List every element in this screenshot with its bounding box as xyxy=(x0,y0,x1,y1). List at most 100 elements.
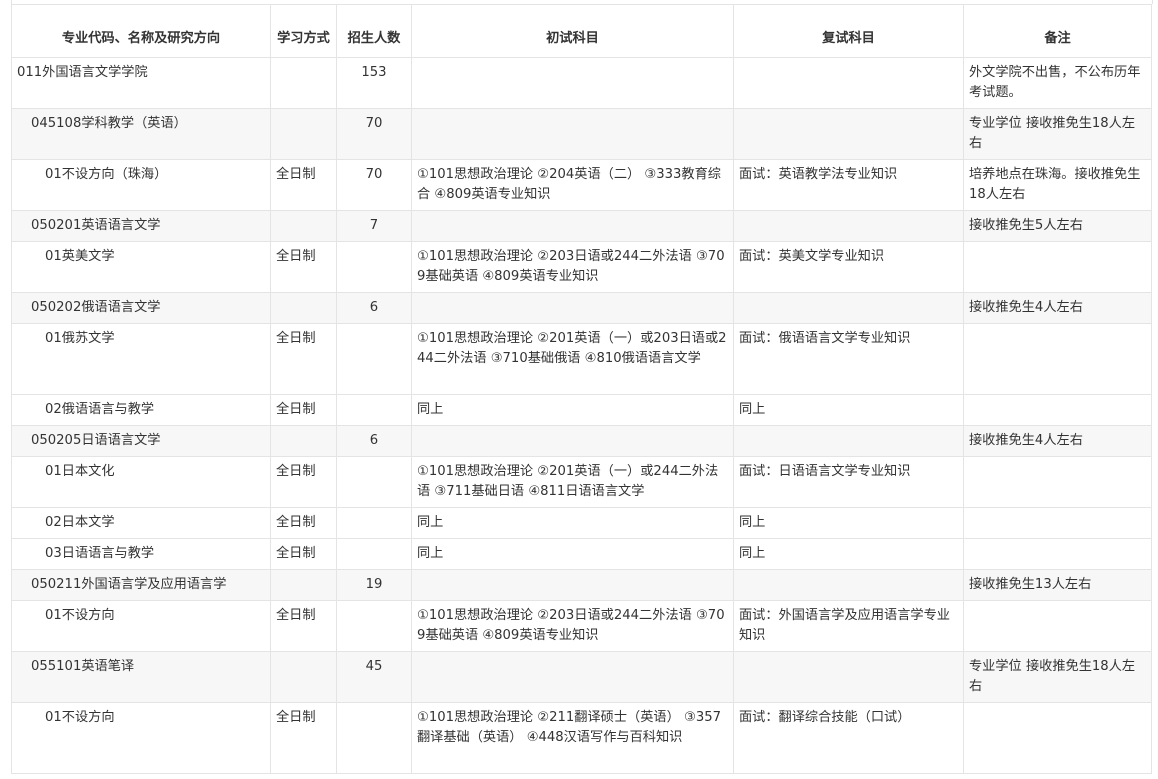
cell-quota xyxy=(336,394,412,426)
table-row: 050201英语语言文学 7 接收推免生5人左右 xyxy=(11,210,1152,242)
cell-mode xyxy=(270,57,337,109)
cell-remark: 外文学院不出售，不公布历年考试题。 xyxy=(963,57,1152,109)
table-row: 011外国语言文学学院 153 外文学院不出售，不公布历年考试题。 xyxy=(11,57,1152,109)
header-mode: 学习方式 xyxy=(270,4,337,58)
table-row: 055101英语笔译 45 专业学位 接收推免生18人左右 xyxy=(11,651,1152,703)
cell-remark xyxy=(963,456,1152,508)
cell-quota xyxy=(336,538,412,570)
cell-prelim xyxy=(411,651,734,703)
cell-quota xyxy=(336,456,412,508)
admissions-table: 专业代码、名称及研究方向 学习方式 招生人数 初试科目 复试科目 备注 011外… xyxy=(11,4,1152,774)
cell-mode xyxy=(270,210,337,242)
cell-prelim: ①101思想政治理论 ②203日语或244二外法语 ③709基础英语 ④809英… xyxy=(411,600,734,652)
cell-quota: 6 xyxy=(336,292,412,324)
cell-mode: 全日制 xyxy=(270,323,337,395)
cell-name: 011外国语言文学学院 xyxy=(11,57,271,109)
header-row: 专业代码、名称及研究方向 学习方式 招生人数 初试科目 复试科目 备注 xyxy=(11,4,1152,58)
cell-remark xyxy=(963,538,1152,570)
header-retest: 复试科目 xyxy=(733,4,964,58)
cell-retest xyxy=(733,425,964,457)
cell-prelim: ①101思想政治理论 ②211翻译硕士（英语） ③357翻译基础（英语） ④44… xyxy=(411,702,734,774)
cell-mode: 全日制 xyxy=(270,538,337,570)
cell-remark xyxy=(963,394,1152,426)
table-row: 050205日语语言文学 6 接收推免生4人左右 xyxy=(11,425,1152,457)
cell-name: 01日本文化 xyxy=(11,456,271,508)
header-remark: 备注 xyxy=(963,4,1152,58)
header-prelim: 初试科目 xyxy=(411,4,734,58)
cell-quota xyxy=(336,507,412,539)
cell-remark: 培养地点在珠海。接收推免生18人左右 xyxy=(963,159,1152,211)
cell-quota: 45 xyxy=(336,651,412,703)
cell-mode: 全日制 xyxy=(270,600,337,652)
cell-prelim: ①101思想政治理论 ②204英语（二） ③333教育综合 ④809英语专业知识 xyxy=(411,159,734,211)
cell-name: 055101英语笔译 xyxy=(11,651,271,703)
table-row: 02日本文学 全日制 同上 同上 xyxy=(11,507,1152,539)
table-row: 01不设方向 全日制 ①101思想政治理论 ②211翻译硕士（英语） ③357翻译基… xyxy=(11,702,1152,774)
cell-retest: 面试：日语语言文学专业知识 xyxy=(733,456,964,508)
table-row: 02俄语语言与教学 全日制 同上 同上 xyxy=(11,394,1152,426)
cell-remark xyxy=(963,241,1152,293)
cell-prelim xyxy=(411,292,734,324)
cell-remark xyxy=(963,702,1152,774)
page: 专业代码、名称及研究方向 学习方式 招生人数 初试科目 复试科目 备注 011外… xyxy=(0,0,1158,779)
cell-prelim xyxy=(411,57,734,109)
cell-retest xyxy=(733,57,964,109)
cell-mode xyxy=(270,569,337,601)
cell-retest xyxy=(733,569,964,601)
cell-prelim: 同上 xyxy=(411,538,734,570)
table-row: 01日本文化 全日制 ①101思想政治理论 ②201英语（一）或244二外法语 ③7… xyxy=(11,456,1152,508)
table-row: 03日语语言与教学 全日制 同上 同上 xyxy=(11,538,1152,570)
cell-retest xyxy=(733,108,964,160)
cell-retest: 同上 xyxy=(733,394,964,426)
cell-name: 050202俄语语言文学 xyxy=(11,292,271,324)
cell-name: 03日语语言与教学 xyxy=(11,538,271,570)
cell-mode: 全日制 xyxy=(270,159,337,211)
cell-prelim: ①101思想政治理论 ②203日语或244二外法语 ③709基础英语 ④809英… xyxy=(411,241,734,293)
table-row: 050202俄语语言文学 6 接收推免生4人左右 xyxy=(11,292,1152,324)
cell-retest: 同上 xyxy=(733,538,964,570)
cell-prelim xyxy=(411,569,734,601)
cell-prelim: 同上 xyxy=(411,394,734,426)
cell-quota xyxy=(336,323,412,395)
cell-retest: 面试：英美文学专业知识 xyxy=(733,241,964,293)
cell-quota xyxy=(336,702,412,774)
cell-remark xyxy=(963,507,1152,539)
cell-remark: 专业学位 接收推免生18人左右 xyxy=(963,651,1152,703)
table-row: 01不设方向 全日制 ①101思想政治理论 ②203日语或244二外法语 ③709基… xyxy=(11,600,1152,652)
cell-name: 01不设方向 xyxy=(11,702,271,774)
header-quota: 招生人数 xyxy=(336,4,412,58)
cell-prelim: ①101思想政治理论 ②201英语（一）或203日语或244二外法语 ③710基… xyxy=(411,323,734,395)
cell-quota: 19 xyxy=(336,569,412,601)
cell-remark xyxy=(963,323,1152,395)
cell-mode: 全日制 xyxy=(270,241,337,293)
cell-name: 01英美文学 xyxy=(11,241,271,293)
cell-retest xyxy=(733,210,964,242)
cell-remark: 接收推免生4人左右 xyxy=(963,292,1152,324)
cell-quota: 70 xyxy=(336,108,412,160)
cell-mode xyxy=(270,651,337,703)
table-row: 01俄苏文学 全日制 ①101思想政治理论 ②201英语（一）或203日语或244二… xyxy=(11,323,1152,395)
cell-retest: 面试：英语教学法专业知识 xyxy=(733,159,964,211)
cell-name: 050205日语语言文学 xyxy=(11,425,271,457)
cell-mode: 全日制 xyxy=(270,394,337,426)
cell-remark: 接收推免生4人左右 xyxy=(963,425,1152,457)
cell-retest xyxy=(733,651,964,703)
cell-prelim: 同上 xyxy=(411,507,734,539)
cell-name: 050201英语语言文学 xyxy=(11,210,271,242)
cell-retest: 面试：俄语语言文学专业知识 xyxy=(733,323,964,395)
cell-name: 01俄苏文学 xyxy=(11,323,271,395)
cell-name: 01不设方向（珠海） xyxy=(11,159,271,211)
cell-name: 02俄语语言与教学 xyxy=(11,394,271,426)
cell-quota xyxy=(336,241,412,293)
cell-name: 01不设方向 xyxy=(11,600,271,652)
cell-quota: 7 xyxy=(336,210,412,242)
cell-retest: 面试：翻译综合技能（口试） xyxy=(733,702,964,774)
cell-mode: 全日制 xyxy=(270,456,337,508)
cell-prelim xyxy=(411,108,734,160)
table-row: 050211外国语言学及应用语言学 19 接收推免生13人左右 xyxy=(11,569,1152,601)
cell-mode: 全日制 xyxy=(270,507,337,539)
table-row: 045108学科教学（英语） 70 专业学位 接收推免生18人左右 xyxy=(11,108,1152,160)
cell-mode xyxy=(270,292,337,324)
table-body: 011外国语言文学学院 153 外文学院不出售，不公布历年考试题。 045108学科教… xyxy=(11,57,1152,774)
cell-mode xyxy=(270,425,337,457)
